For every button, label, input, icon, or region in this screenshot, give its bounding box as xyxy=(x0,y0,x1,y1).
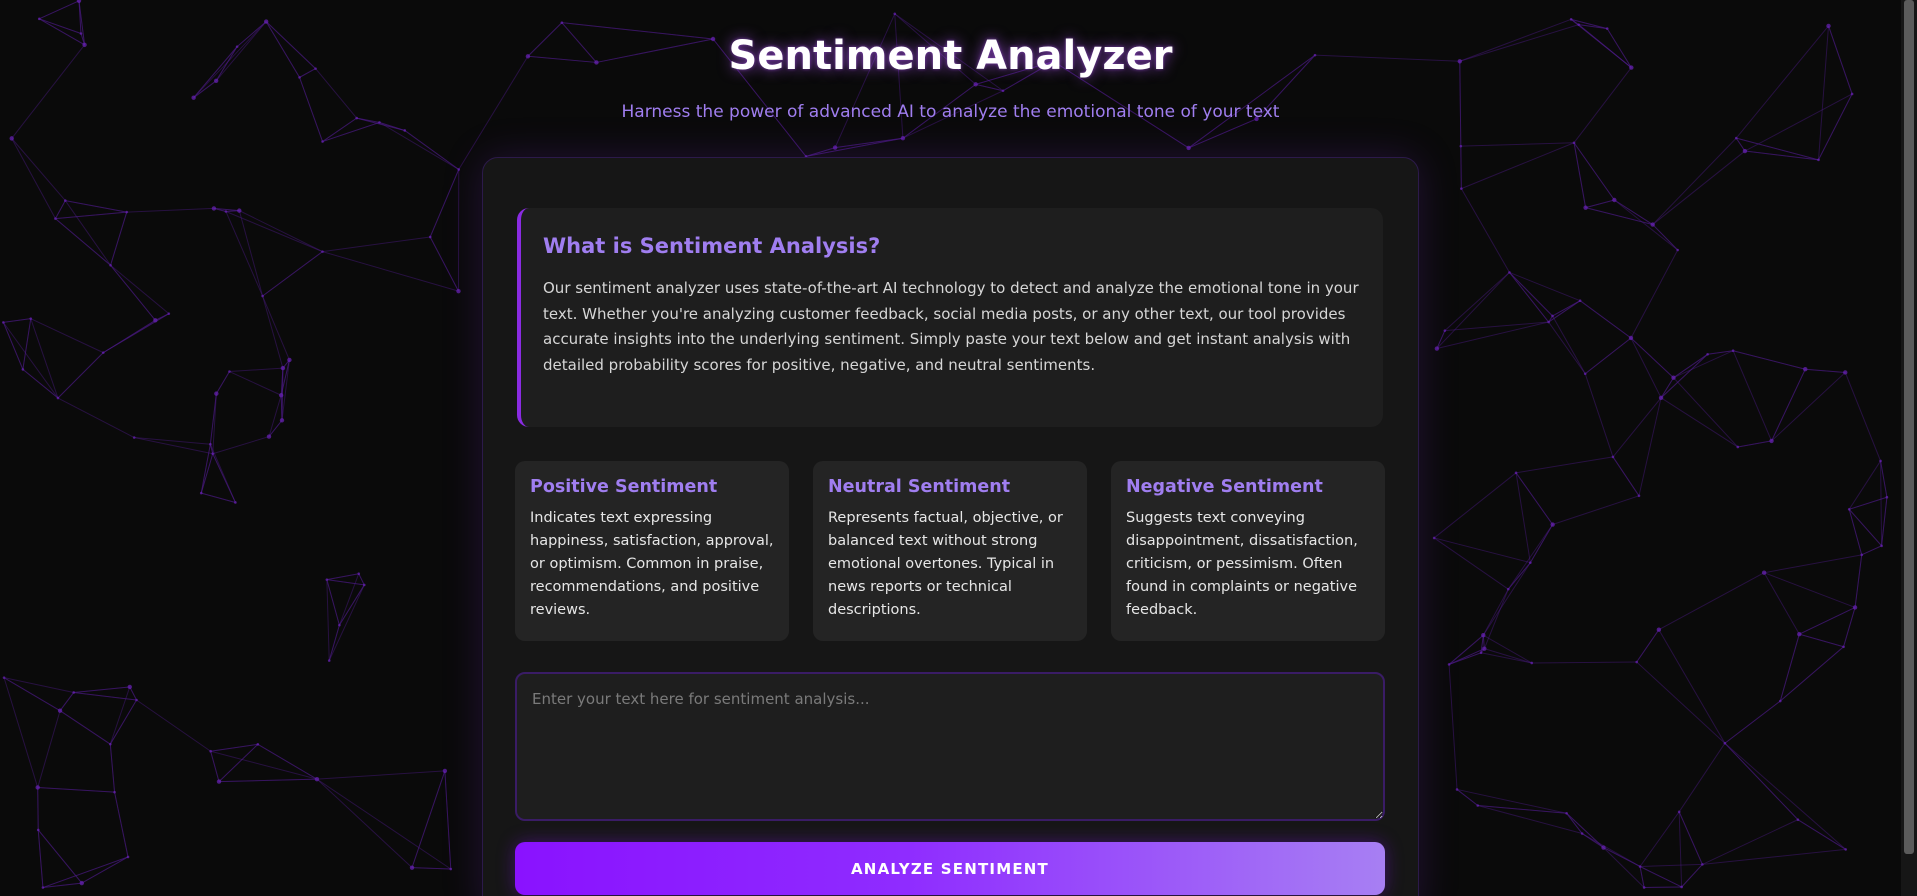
positive-sentiment-card: Positive Sentiment Indicates text expres… xyxy=(515,461,789,641)
analyzer-panel: What is Sentiment Analysis? Our sentimen… xyxy=(482,157,1419,896)
sentiment-text-input[interactable] xyxy=(515,672,1385,821)
app-viewport: Sentiment Analyzer Harness the power of … xyxy=(0,0,1917,896)
scrollbar-thumb[interactable] xyxy=(1904,0,1914,854)
analyze-sentiment-button[interactable]: ANALYZE SENTIMENT xyxy=(515,842,1385,895)
page-subtitle: Harness the power of advanced AI to anal… xyxy=(621,102,1280,122)
neutral-sentiment-description: Represents factual, objective, or balanc… xyxy=(828,510,1063,618)
negative-sentiment-description: Suggests text conveying disappointment, … xyxy=(1126,510,1358,618)
negative-sentiment-card: Negative Sentiment Suggests text conveyi… xyxy=(1111,461,1385,641)
info-title: What is Sentiment Analysis? xyxy=(543,234,881,258)
positive-sentiment-description: Indicates text expressing happiness, sat… xyxy=(530,510,774,618)
positive-sentiment-title: Positive Sentiment xyxy=(530,477,718,497)
neutral-sentiment-title: Neutral Sentiment xyxy=(828,477,1011,497)
main-content: Sentiment Analyzer Harness the power of … xyxy=(0,0,1901,896)
neutral-sentiment-card: Neutral Sentiment Represents factual, ob… xyxy=(813,461,1087,641)
info-card: What is Sentiment Analysis? Our sentimen… xyxy=(517,208,1383,427)
info-description: Our sentiment analyzer uses state-of-the… xyxy=(543,279,1359,374)
vertical-scrollbar[interactable] xyxy=(1901,0,1917,896)
negative-sentiment-title: Negative Sentiment xyxy=(1126,477,1323,497)
page-title: Sentiment Analyzer xyxy=(728,33,1173,79)
